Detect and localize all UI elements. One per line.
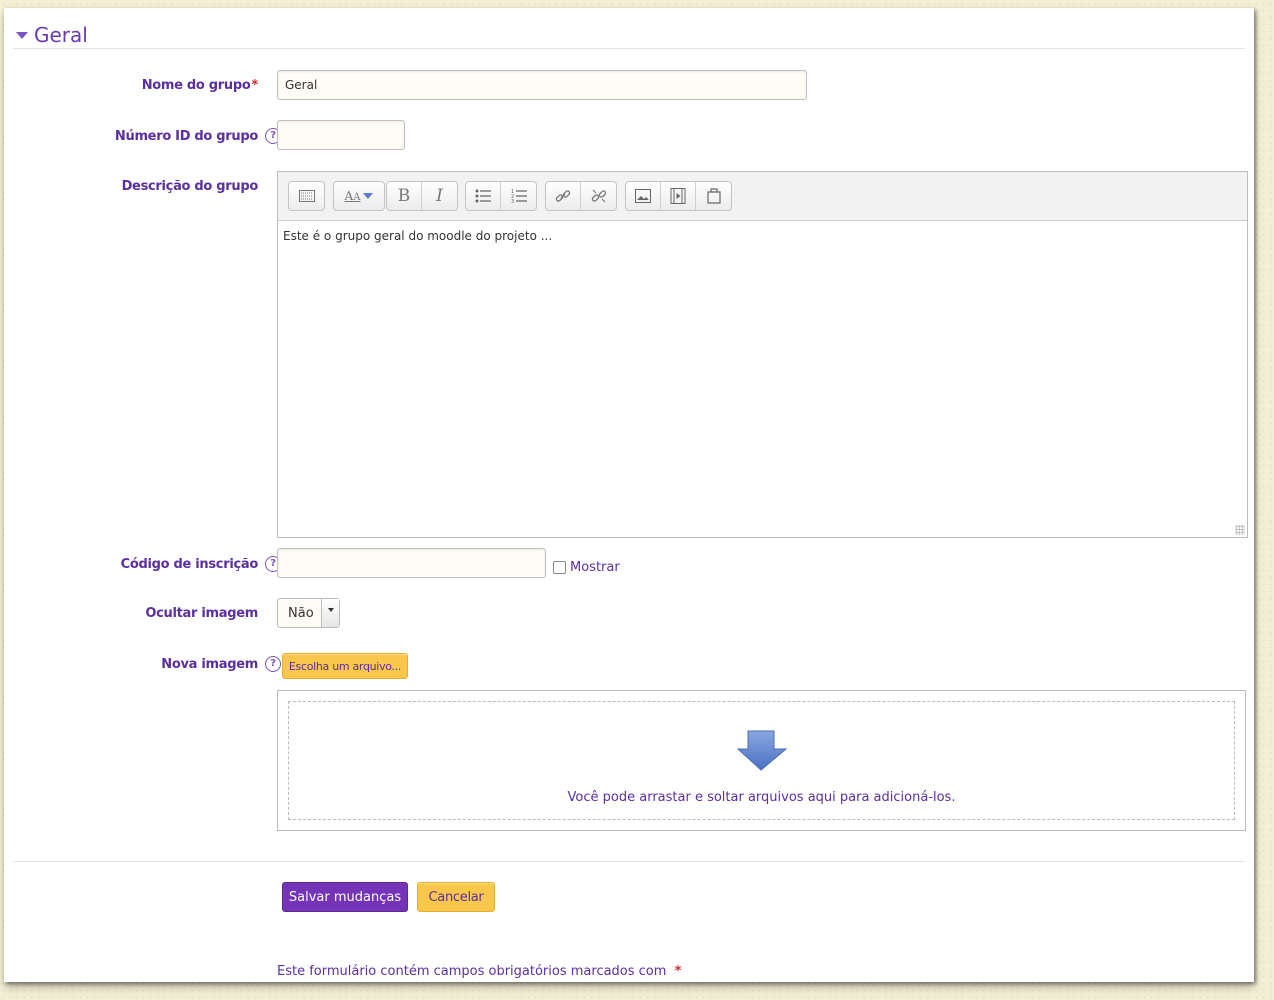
toolbar-group-media [625, 181, 732, 211]
file-manager-icon[interactable] [696, 182, 731, 210]
save-button[interactable]: Salvar mudanças [282, 882, 408, 912]
editor-content[interactable]: Este é o grupo geral do moodle do projet… [278, 221, 1247, 251]
toolbar-group-lists: 123 [465, 181, 537, 211]
file-dropzone[interactable]: Você pode arrastar e soltar arquivos aqu… [277, 690, 1246, 831]
resize-handle[interactable] [1235, 525, 1245, 535]
download-arrow-icon [736, 730, 788, 776]
description-label: Descrição do grupo [121, 179, 259, 194]
cancel-button[interactable]: Cancelar [417, 882, 495, 912]
dropzone-text: Você pode arrastar e soltar arquivos aqu… [567, 790, 956, 805]
font-style-icon[interactable]: AA [334, 182, 384, 210]
required-fields-note-text: Este formulário contém campos obrigatóri… [277, 964, 667, 979]
editor-toolbar: AA B I 123 [278, 172, 1247, 221]
unlink-icon[interactable] [581, 182, 616, 210]
unordered-list-icon[interactable] [466, 182, 501, 210]
chevron-down-icon [321, 599, 339, 627]
link-icon[interactable] [546, 182, 581, 210]
group-name-label: Nome do grupo * [141, 78, 259, 93]
choose-file-button[interactable]: Escolha um arquivo... [282, 653, 408, 679]
media-icon[interactable] [661, 182, 696, 210]
toolbar-group-toggle [288, 181, 325, 211]
toolbar-group-style: AA [333, 181, 385, 211]
section-legend-geral[interactable]: Geral [16, 18, 88, 52]
hide-picture-selected: Não [288, 605, 314, 621]
enrolment-key-input[interactable] [277, 548, 546, 578]
show-label: Mostrar [570, 560, 620, 575]
help-icon[interactable]: ? [265, 656, 281, 672]
show-checkbox[interactable] [553, 561, 566, 574]
group-form-panel: Geral Nome do grupo * Geral Número ID do… [4, 8, 1254, 982]
hide-picture-label-text: Ocultar imagem [145, 606, 258, 621]
group-name-label-text: Nome do grupo [141, 78, 251, 93]
hide-picture-label: Ocultar imagem [145, 606, 258, 621]
italic-icon[interactable]: I [422, 182, 457, 210]
enrolment-key-label: Código de inscrição ? [120, 556, 281, 572]
group-id-label: Número ID do grupo ? [114, 128, 281, 144]
toolbar-group-links [545, 181, 617, 211]
toolbar-group-format: B I [386, 181, 458, 211]
toolbar-toggle-icon[interactable] [289, 182, 324, 210]
enrolment-key-label-text: Código de inscrição [120, 556, 259, 572]
new-picture-label: Nova imagem ? [161, 656, 281, 672]
group-id-label-text: Número ID do grupo [114, 128, 258, 144]
group-name-input[interactable]: Geral [277, 70, 807, 100]
hide-picture-select[interactable]: Não [277, 598, 340, 628]
section-title: Geral [34, 23, 88, 47]
new-picture-label-text: Nova imagem [161, 656, 258, 672]
ordered-list-icon[interactable]: 123 [501, 182, 536, 210]
required-fields-note: Este formulário contém campos obrigatóri… [277, 964, 681, 979]
bold-icon[interactable]: B [387, 182, 422, 210]
collapse-triangle-icon[interactable] [16, 31, 28, 39]
required-asterisk: * [251, 78, 259, 93]
required-asterisk: * [674, 964, 682, 979]
description-label-text: Descrição do grupo [121, 179, 259, 194]
image-icon[interactable] [626, 182, 661, 210]
description-editor[interactable]: AA B I 123 Este é o grupo geral do moodl… [277, 171, 1248, 538]
section-divider [13, 48, 1245, 49]
actions-divider [13, 861, 1245, 862]
show-password-toggle[interactable]: Mostrar [553, 560, 620, 575]
svg-text:3: 3 [511, 199, 514, 204]
dropzone-area: Você pode arrastar e soltar arquivos aqu… [288, 701, 1235, 820]
group-id-input[interactable] [277, 120, 405, 150]
